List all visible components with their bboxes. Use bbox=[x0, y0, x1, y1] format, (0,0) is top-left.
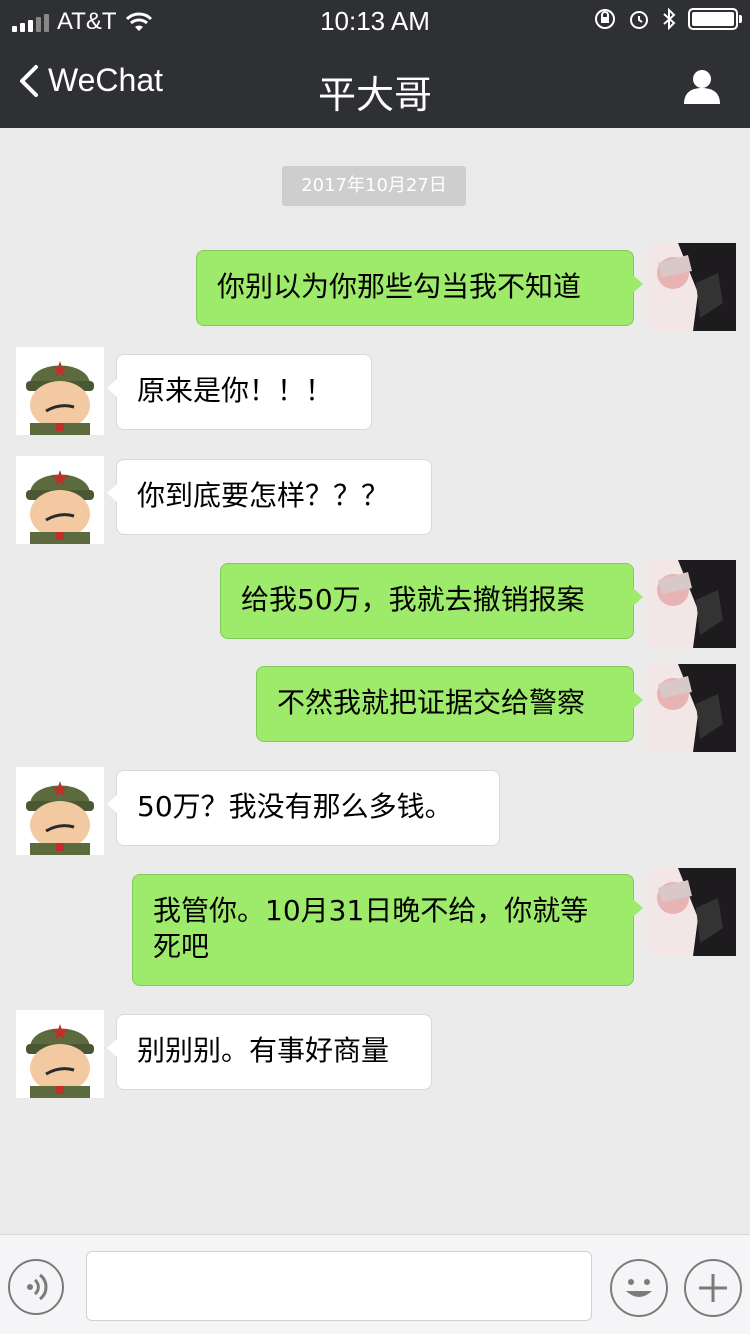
my-avatar[interactable] bbox=[648, 560, 736, 648]
my-avatar[interactable] bbox=[648, 664, 736, 752]
status-right bbox=[594, 8, 742, 30]
message-bubble-out: 不然我就把证据交给警察 bbox=[256, 666, 643, 742]
message-bubble-out: 我管你。10月31日晚不给，你就等死吧 bbox=[132, 874, 643, 986]
input-bar bbox=[0, 1234, 750, 1334]
message-bubble-in: 别别别。有事好商量 bbox=[107, 1014, 432, 1090]
plus-button[interactable] bbox=[684, 1259, 742, 1317]
bluetooth-icon bbox=[663, 8, 676, 30]
message-bubble-in: 原来是你！！！ bbox=[107, 354, 372, 430]
contact-avatar[interactable] bbox=[16, 767, 104, 855]
message-input[interactable] bbox=[86, 1251, 592, 1321]
contact-avatar[interactable] bbox=[16, 456, 104, 544]
message-bubble-out: 你别以为你那些勾当我不知道 bbox=[196, 250, 643, 326]
contact-avatar[interactable] bbox=[16, 347, 104, 435]
contact-avatar[interactable] bbox=[16, 1010, 104, 1098]
nav-bar: WeChat 平大哥 bbox=[0, 40, 750, 128]
my-avatar[interactable] bbox=[648, 868, 736, 956]
date-separator: 2017年10月27日 bbox=[282, 166, 466, 206]
battery-icon bbox=[688, 8, 742, 30]
my-avatar[interactable] bbox=[648, 243, 736, 331]
message-bubble-in: 你到底要怎样？？？ bbox=[107, 459, 432, 535]
person-icon[interactable] bbox=[682, 66, 722, 106]
plus-icon bbox=[699, 1274, 727, 1302]
voice-button[interactable] bbox=[8, 1259, 64, 1315]
message-bubble-in: 50万？我没有那么多钱。 bbox=[107, 770, 500, 846]
chat-title: 平大哥 bbox=[317, 73, 432, 117]
alarm-icon bbox=[630, 11, 648, 29]
emoji-button[interactable] bbox=[610, 1259, 668, 1317]
voice-icon bbox=[27, 1273, 48, 1301]
orientation-lock-icon bbox=[595, 9, 615, 29]
emoji-icon bbox=[626, 1279, 652, 1297]
message-bubble-out: 给我50万，我就去撤销报案 bbox=[220, 563, 643, 639]
status-bar: AT&T 10:13 AM bbox=[0, 0, 750, 40]
